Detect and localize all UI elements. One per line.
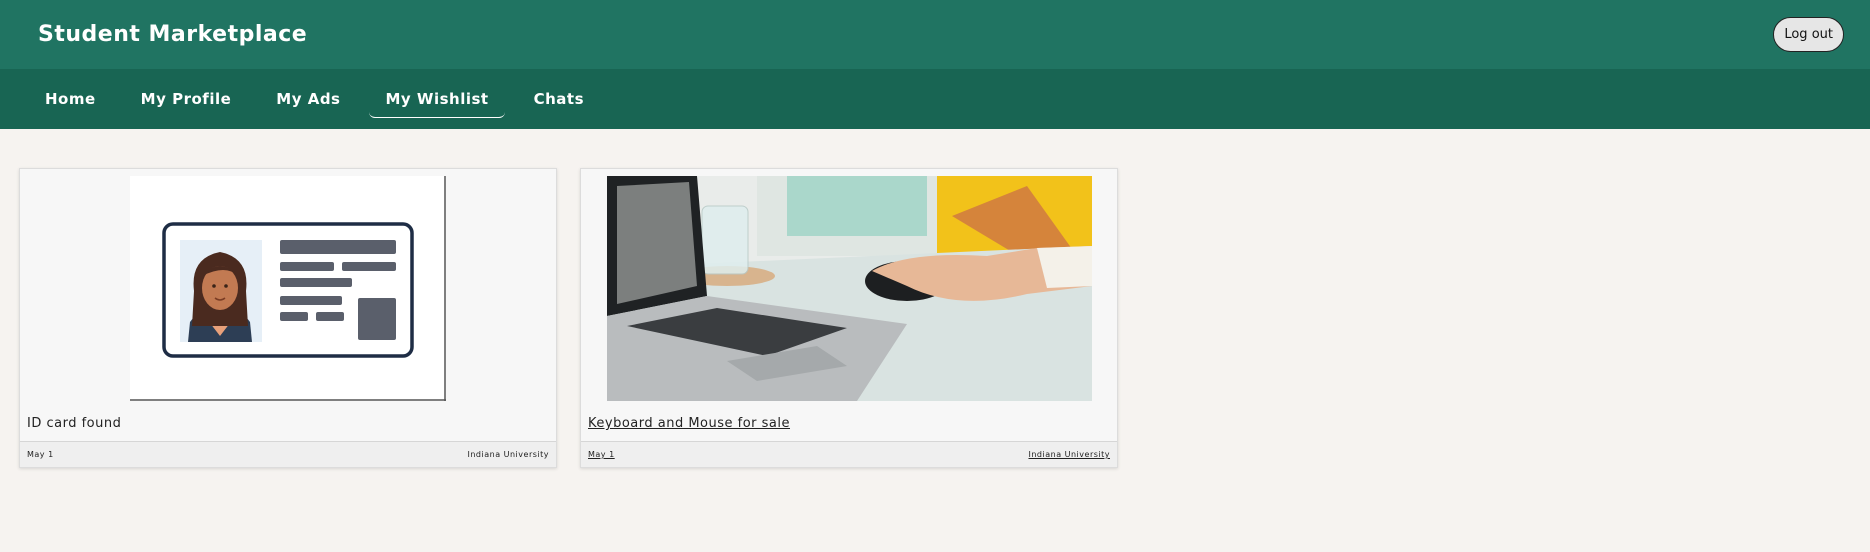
nav-chats[interactable]: Chats [518,81,600,117]
listing-footer: May 1 Indiana University [581,441,1117,467]
nav-my-wishlist[interactable]: My Wishlist [369,81,505,118]
nav-my-ads[interactable]: My Ads [260,81,356,117]
listing-grid: ID card found May 1 Indiana University K… [0,129,1870,468]
listing-location: Indiana University [467,450,549,459]
laptop-mouse-image [607,176,1092,401]
top-header: Student Marketplace Log out [0,0,1870,69]
listing-card[interactable]: Keyboard and Mouse for sale May 1 Indian… [580,168,1118,468]
listing-date: May 1 [27,450,54,459]
id-card-image [130,176,446,401]
listing-footer: May 1 Indiana University [20,441,556,467]
app-title: Student Marketplace [38,22,308,47]
nav-my-profile[interactable]: My Profile [125,81,248,117]
listing-title[interactable]: Keyboard and Mouse for sale [588,416,790,431]
nav-home[interactable]: Home [29,81,112,117]
listing-title[interactable]: ID card found [27,416,121,431]
listing-location[interactable]: Indiana University [1028,450,1110,459]
main-nav: Home My Profile My Ads My Wishlist Chats [0,69,1870,129]
logout-button[interactable]: Log out [1773,17,1844,52]
listing-date[interactable]: May 1 [588,450,615,459]
listing-card[interactable]: ID card found May 1 Indiana University [19,168,557,468]
